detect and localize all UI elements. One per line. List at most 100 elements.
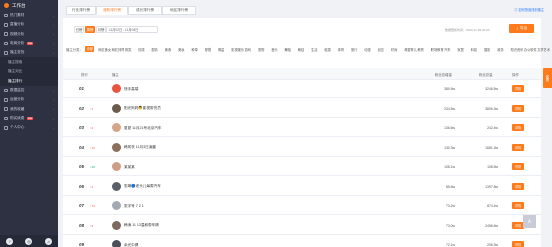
category-chip[interactable]: 网红帅哥: [112, 47, 125, 52]
chart-icon: chart-icon: [4, 98, 8, 102]
category-chip[interactable]: 办公软件: [524, 47, 537, 52]
category-chip[interactable]: 教育: [418, 47, 424, 52]
author-name[interactable]: 夏夏 11月21号北京汽车: [124, 126, 161, 131]
date-range-picker[interactable]: 11月02日 - 11月08日: [106, 26, 158, 33]
detail-button[interactable]: 详情: [512, 124, 524, 131]
live-icon: live-icon: [4, 23, 8, 27]
sidebar-item-0[interactable]: monitor-icon数据监控 ›: [0, 86, 58, 95]
avatar[interactable]: [112, 181, 121, 191]
sidebar-item-1[interactable]: live-icon直播分析 ›: [0, 20, 58, 29]
wechat-icon[interactable]: ◎: [25, 237, 33, 245]
customer-service-tab[interactable]: 客服: [543, 68, 552, 88]
sidebar-item-2[interactable]: star-icon我的收藏 ›: [0, 105, 58, 114]
avatar[interactable]: [112, 201, 121, 210]
category-chip[interactable]: 种草: [191, 47, 197, 52]
sidebar-brand[interactable]: 工作台: [0, 0, 58, 11]
export-button[interactable]: ⇩ 导出: [509, 24, 534, 33]
tab-fans-growth[interactable]: 涨粉排行榜: [96, 6, 128, 15]
category-chip[interactable]: 舞蹈: [285, 47, 291, 52]
detail-button[interactable]: 详情: [512, 143, 524, 151]
category-chip[interactable]: 旅行: [351, 47, 357, 52]
category-chip[interactable]: 网红美女: [98, 47, 111, 52]
sidebar-item-1[interactable]: chart-icon运营分析 ›: [0, 95, 58, 104]
avatar[interactable]: [112, 240, 121, 247]
detail-button[interactable]: 详情: [512, 202, 524, 209]
sidebar-item-2[interactable]: video-icon视频分析 ›: [0, 30, 58, 39]
category-chip[interactable]: 家居: [457, 47, 463, 52]
sidebar-item-4[interactable]: user-icon个人中心 ›: [0, 123, 58, 132]
category-chip[interactable]: 健康: [324, 47, 330, 52]
author-name[interactable]: 快手高端: [124, 87, 138, 92]
avatar[interactable]: [112, 84, 121, 93]
category-chip[interactable]: 政务: [497, 47, 503, 52]
period-day-button[interactable]: 日榜: [74, 26, 84, 33]
avatar[interactable]: [112, 162, 121, 171]
shop-icon: shop-icon: [4, 41, 8, 46]
back-to-top-button[interactable]: ∧: [523, 215, 536, 228]
rank-change: ↓28: [90, 165, 95, 169]
author-name[interactable]: 张琳🔵老头儿每周汽车: [124, 184, 161, 189]
table-row: 06 ↑4 张琳🔵老头儿每周汽车 85.6w 1397.8w 详情: [63, 178, 541, 196]
detail-button[interactable]: 详情: [512, 85, 524, 92]
avatar[interactable]: [112, 103, 121, 113]
category-chip[interactable]: 汽车: [444, 47, 450, 52]
sidebar-subitem[interactable]: 播主排行: [0, 76, 58, 86]
category-chip[interactable]: 科技: [471, 47, 477, 52]
author-name[interactable]: 韩风衣 11月3日凌晨: [124, 145, 156, 150]
category-chip[interactable]: 萌娃: [298, 47, 304, 52]
avatar[interactable]: [112, 220, 121, 230]
category-chip[interactable]: 体育: [338, 47, 344, 52]
sidebar-item-3[interactable]: cart-icon购买续费new ›: [0, 114, 58, 123]
category-chip[interactable]: 美妆: [178, 47, 184, 52]
category-chip[interactable]: 影视娱乐: [231, 47, 244, 52]
fans-increase: 73.2w: [445, 204, 455, 208]
detail-button[interactable]: 详情: [512, 104, 524, 112]
sidebar-item-3[interactable]: shop-icon电商分析new ›: [0, 39, 58, 48]
category-chip[interactable]: 美食: [165, 47, 171, 52]
avatar[interactable]: [112, 123, 121, 132]
category-chip[interactable]: 剧情: [152, 47, 158, 52]
category-chip[interactable]: 生活: [311, 47, 317, 52]
author-name[interactable]: 张宇号 7 2 1: [124, 204, 144, 209]
sidebar-subitem[interactable]: 播主对比: [0, 66, 58, 77]
category-chip[interactable]: 穿搭: [205, 47, 211, 52]
tiktok-icon[interactable]: ♫: [44, 237, 52, 245]
category-chip[interactable]: 全部: [85, 46, 95, 52]
detail-button[interactable]: 详情: [512, 241, 524, 247]
tab-industry[interactable]: 行业排行榜: [66, 6, 96, 15]
category-chip[interactable]: 文学艺术: [537, 47, 550, 52]
author-name[interactable]: 韩涛 11 13温和带车精: [124, 223, 159, 228]
sidebar-subitem[interactable]: 播主搜索: [0, 57, 58, 67]
category-chip[interactable]: 游戏: [245, 47, 251, 52]
avatar[interactable]: [112, 142, 121, 152]
category-chip[interactable]: 音乐: [271, 47, 277, 52]
th-fans-total[interactable]: 粉丝总量: [479, 72, 493, 77]
category-chip[interactable]: 摄影: [484, 47, 490, 52]
tab-growth[interactable]: 成长排行榜: [128, 6, 162, 15]
th-fans-increase[interactable]: 粉丝总增量: [435, 72, 452, 77]
category-chip[interactable]: 情感: [138, 47, 144, 52]
tab-region[interactable]: 地区排行榜: [162, 6, 196, 15]
help-link[interactable]: ◎ 如何快速找到播主: [514, 7, 544, 12]
category-chip[interactable]: 宠物: [258, 47, 264, 52]
help-icon[interactable]: ?: [6, 237, 14, 245]
category-chip[interactable]: 明星: [218, 47, 224, 52]
sidebar-item-4[interactable]: search-icon播主查找 ›: [0, 48, 58, 57]
category-chip[interactable]: 创意: [378, 47, 384, 52]
period-week-button[interactable]: 周榜: [85, 26, 95, 33]
category-chip[interactable]: 动漫: [364, 47, 370, 52]
author-name[interactable]: 某某某: [124, 165, 135, 170]
detail-button[interactable]: 详情: [512, 182, 524, 190]
table-header: 排行 播主 粉丝总增量 粉丝总量 操作: [63, 68, 541, 80]
sidebar-bottom: ? ◎ ♫: [0, 235, 58, 247]
detail-button[interactable]: 详情: [512, 163, 524, 170]
author-name[interactable]: 余光中健: [124, 243, 138, 247]
category-chip[interactable]: 职场教育: [431, 47, 444, 52]
author-name[interactable]: 阳光妈妈👨影视带货员: [124, 106, 161, 111]
category-chip[interactable]: 时尚: [391, 47, 397, 52]
category-chip[interactable]: 母婴育儿: [404, 47, 417, 52]
category-chip[interactable]: 搞笑: [125, 47, 131, 52]
sidebar-item-0[interactable]: fire-icon热门素材 ›: [0, 11, 58, 20]
period-month-button[interactable]: 月榜: [96, 26, 106, 33]
category-chip[interactable]: 知识资讯: [511, 47, 524, 52]
